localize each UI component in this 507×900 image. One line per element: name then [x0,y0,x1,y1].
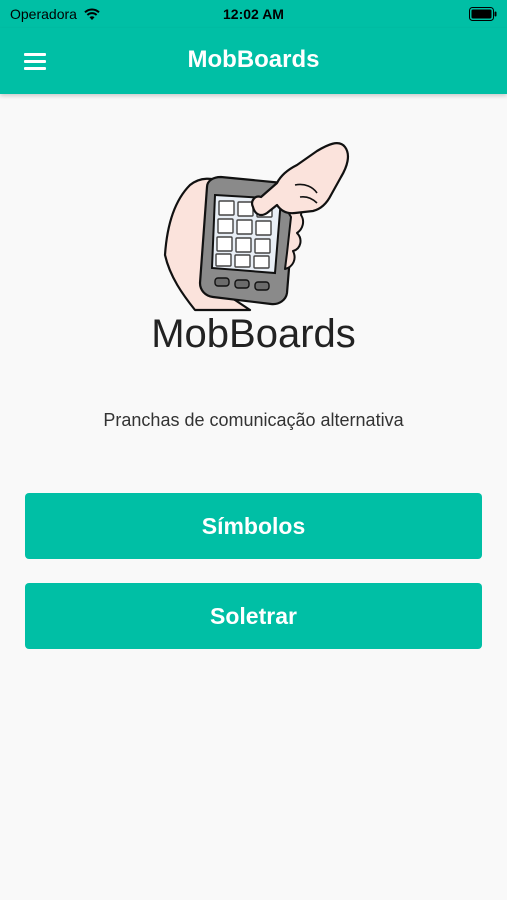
spell-button[interactable]: Soletrar [25,583,482,649]
hand-holding-device-icon [163,142,350,312]
status-bar: Operadora 12:02 AM [0,0,507,28]
app-name: MobBoards [151,312,356,356]
battery-icon [469,7,497,21]
header-title: MobBoards [187,46,320,73]
symbols-button[interactable]: Símbolos [25,493,482,559]
app-tagline: Pranchas de comunicação alternativa [103,410,404,430]
status-time: 12:02 AM [223,6,284,22]
app-header: MobBoards [0,28,507,94]
